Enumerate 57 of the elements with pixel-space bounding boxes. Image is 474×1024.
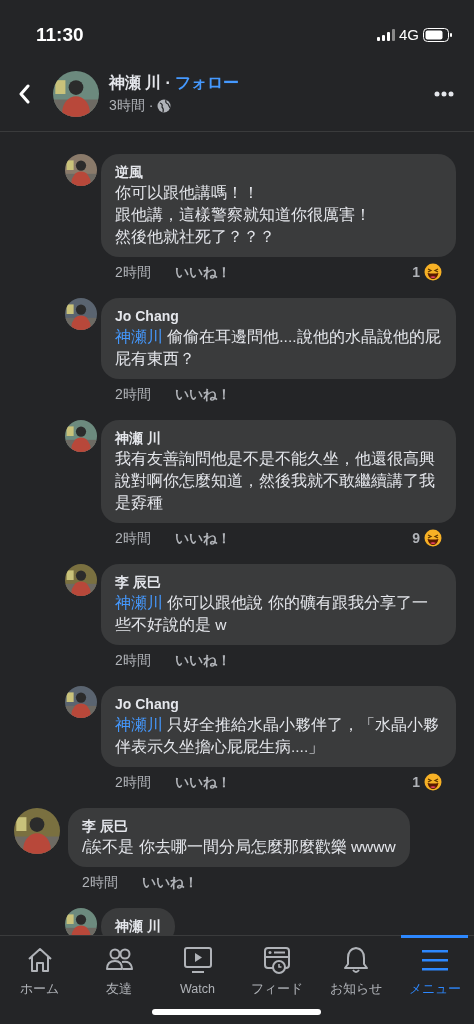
globe-icon [157,98,172,113]
like-link[interactable]: いいね！ [174,385,231,403]
commenter-name[interactable]: 李 辰巳 [82,817,396,836]
more-icon[interactable] [434,90,454,97]
follow-link[interactable]: フォロー [174,71,239,95]
like-link[interactable]: いいね！ [174,773,231,791]
separator: · [148,96,154,115]
tab[interactable]: ホーム [0,936,79,1024]
comment-line: 你可以跟他講嗎！！ [115,183,260,203]
network-label: 4G [399,24,419,45]
reaction-count: 1 [412,773,420,791]
comment-time: 2時間 [115,529,151,547]
video-icon [183,946,212,974]
comment-line: 然後他就社死了？？？ [115,227,276,247]
commenter-name[interactable]: 神瀬 川 [115,917,161,935]
laughing-emoji-icon [424,773,442,791]
comment-text: 神瀬川 只好全推給水晶小夥伴了，「水晶小夥伴表示久坐擔心屁屁生病....」 [115,715,441,757]
bell-icon [341,946,370,974]
commenter-name[interactable]: Jo Chang [115,307,442,326]
commenter-name[interactable]: Jo Chang [115,695,442,714]
tab[interactable]: お知らせ [316,936,395,1024]
comment-text: 我有友善詢問他是不是不能久坐，他還很高興說對啊你怎麼知道，然後我就不敢繼續講了我是孬種 [115,449,436,513]
back-icon[interactable] [18,83,31,104]
like-link[interactable]: いいね！ [174,651,231,669]
like-link[interactable]: いいね！ [141,873,198,891]
comment-time: 2時間 [115,773,151,791]
reaction-count: 1 [412,263,420,281]
author-name[interactable]: 神瀬 川 [109,71,162,95]
tab[interactable]: Watch [158,936,237,1024]
battery-icon [423,28,452,42]
tab[interactable]: 友達 [79,936,158,1024]
comment-text: 神瀬川 你可以跟他說 你的礦有跟我分享了一些不好說的是 w [115,593,429,635]
comment-time: 2時間 [115,385,151,403]
comment-text: /誒不是 你去哪一間分局怎麼那麼歡樂 wwww [82,837,396,857]
mention-link[interactable]: 神瀬川 [115,594,163,611]
comment-time: 2時間 [82,873,118,891]
laughing-emoji-icon [424,263,442,281]
like-link[interactable]: いいね！ [174,529,231,547]
comment-text: 神瀬川 偷偷在耳邊問他....說他的水晶說他的屁屁有東西？ [115,327,442,369]
separator: · [165,73,171,93]
signal-icon [377,29,395,41]
feed-icon [262,946,291,974]
like-link[interactable]: いいね！ [174,263,231,281]
mention-link[interactable]: 神瀬川 [115,328,163,345]
comment-time: 2時間 [115,263,151,281]
laughing-emoji-icon [424,529,442,547]
commenter-name[interactable]: 逆風 [115,163,442,182]
tab[interactable]: フィード [237,936,316,1024]
commenter-name[interactable]: 李 辰巳 [115,573,442,592]
post-time: 3時間 [109,96,145,115]
commenter-name[interactable]: 神瀬 川 [115,429,442,448]
status-time: 11:30 [36,22,84,47]
tab[interactable]: メニュー [395,936,474,1024]
reaction-count: 9 [412,529,420,547]
comment-time: 2時間 [115,651,151,669]
mention-link[interactable]: 神瀬川 [115,716,163,733]
comment-line: 跟他講，這樣警察就知道你很厲害！ [115,205,372,225]
